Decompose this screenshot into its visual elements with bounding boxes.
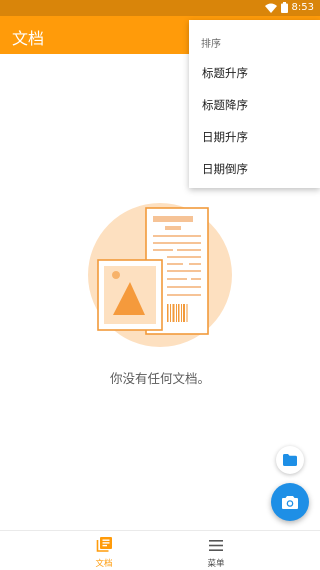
folder-icon — [283, 454, 297, 466]
sort-date-asc[interactable]: 日期升序 — [189, 121, 320, 153]
empty-state-message: 你没有任何文档。 — [109, 371, 210, 386]
sort-date-desc[interactable]: 日期倒序 — [189, 153, 320, 185]
sort-title-desc[interactable]: 标题降序 — [189, 89, 320, 121]
documents-icon — [96, 537, 112, 552]
wifi-icon — [264, 3, 277, 13]
nav-documents-label: 文档 — [95, 559, 113, 569]
menu-icon — [209, 540, 223, 551]
camera-icon — [282, 495, 298, 509]
status-time: 8:53 — [291, 2, 314, 13]
battery-icon — [280, 2, 288, 13]
empty-documents-illustration — [88, 203, 232, 347]
status-bar: 8:53 — [0, 0, 320, 16]
nav-menu-label: 菜单 — [207, 559, 225, 569]
nav-menu[interactable]: 菜单 — [186, 537, 246, 569]
sort-title-asc[interactable]: 标题升序 — [189, 57, 320, 89]
sort-menu: 排序 标题升序 标题降序 日期升序 日期倒序 — [189, 20, 320, 188]
import-folder-button[interactable] — [276, 446, 304, 474]
sort-menu-header: 排序 — [201, 39, 221, 50]
nav-documents[interactable]: 文档 — [74, 537, 134, 569]
bottom-navigation: 文档 菜单 — [0, 530, 320, 570]
app-title: 文档 — [12, 29, 45, 48]
status-indicators: 8:53 — [264, 2, 314, 13]
camera-scan-button[interactable] — [271, 483, 309, 521]
